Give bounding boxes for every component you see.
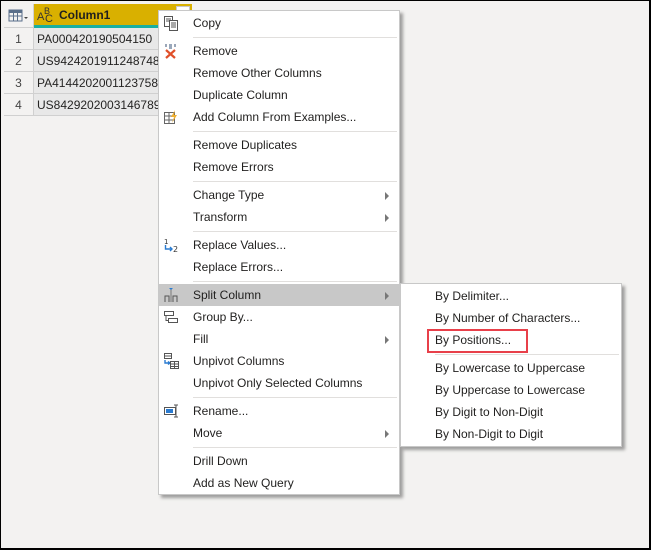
unpivot-icon (164, 353, 179, 369)
menu-item-label: Group By... (193, 310, 253, 324)
svg-text:1: 1 (164, 238, 168, 246)
submenu-arrow-icon (385, 192, 389, 200)
column-name: Column1 (59, 7, 111, 22)
menu-item-label: Duplicate Column (193, 88, 288, 102)
menu-item-label: By Delimiter... (435, 289, 510, 303)
menu-item-move[interactable]: Move (159, 422, 399, 444)
menu-item-label: Replace Errors... (193, 260, 284, 274)
menu-item-label: Unpivot Only Selected Columns (193, 376, 363, 390)
menu-item-label: By Lowercase to Uppercase (435, 361, 586, 375)
menu-item-label: By Positions... (435, 333, 512, 347)
menu-item-label: Add as New Query (193, 476, 294, 490)
menu-item-transform[interactable]: Transform (159, 206, 399, 228)
submenu-arrow-icon (385, 430, 389, 438)
rename-icon (164, 404, 178, 418)
menu-item-label: Remove Other Columns (193, 66, 322, 80)
submenu-item-by-lowercase-to-uppercase[interactable]: By Lowercase to Uppercase (401, 357, 621, 379)
menu-item-label: Add Column From Examples... (193, 110, 357, 124)
menu-item-rename[interactable]: Rename... (159, 400, 399, 422)
menu-item-label: By Number of Characters... (435, 311, 581, 325)
text-type-icon[interactable]: A B C (37, 6, 55, 25)
submenu-arrow-icon (385, 292, 389, 300)
menu-item-replace-values[interactable]: 1 2 Replace Values... (159, 234, 399, 256)
context-menu: Copy Remove Remove Other Columns Duplica… (158, 10, 400, 495)
submenu-item-by-digit-to-non-digit[interactable]: By Digit to Non-Digit (401, 401, 621, 423)
split-column-icon (164, 288, 178, 302)
submenu-arrow-icon (385, 336, 389, 344)
add-column-examples-icon (164, 110, 177, 124)
group-by-icon (164, 311, 178, 323)
split-column-submenu: By Delimiter... By Number of Characters.… (400, 283, 622, 447)
submenu-arrow-icon (385, 214, 389, 222)
menu-item-label: Fill (193, 332, 209, 346)
menu-item-label: Rename... (193, 404, 249, 418)
remove-icon (165, 44, 176, 59)
row-number: 4 (4, 94, 34, 116)
menu-item-label: Unpivot Columns (193, 354, 285, 368)
menu-item-add-column-from-examples[interactable]: Add Column From Examples... (159, 106, 399, 128)
replace-values-icon: 1 2 (164, 238, 178, 253)
canvas: A B C Column1 1 PA000420190504150 2 US94… (0, 0, 651, 550)
menu-item-unpivot-only-selected-columns[interactable]: Unpivot Only Selected Columns (159, 372, 399, 394)
menu-item-change-type[interactable]: Change Type (159, 184, 399, 206)
menu-item-replace-errors[interactable]: Replace Errors... (159, 256, 399, 278)
menu-item-label: Copy (193, 16, 222, 30)
menu-item-remove-other-columns[interactable]: Remove Other Columns (159, 62, 399, 84)
menu-item-label: By Non-Digit to Digit (435, 427, 544, 441)
submenu-item-by-positions[interactable]: By Positions... (401, 329, 621, 351)
menu-item-label: Move (193, 426, 223, 440)
menu-item-label: Drill Down (193, 454, 248, 468)
menu-item-label: Remove Errors (193, 160, 274, 174)
menu-item-label: Change Type (193, 188, 265, 202)
submenu-item-by-number-of-characters[interactable]: By Number of Characters... (401, 307, 621, 329)
menu-item-unpivot-columns[interactable]: Unpivot Columns (159, 350, 399, 372)
row-number: 1 (4, 28, 34, 50)
menu-item-label: Split Column (193, 288, 262, 302)
menu-item-label: Transform (193, 210, 248, 224)
menu-item-fill[interactable]: Fill (159, 328, 399, 350)
menu-item-remove[interactable]: Remove (159, 40, 399, 62)
menu-item-duplicate-column[interactable]: Duplicate Column (159, 84, 399, 106)
menu-item-drill-down[interactable]: Drill Down (159, 450, 399, 472)
svg-text:2: 2 (173, 245, 178, 253)
submenu-item-by-non-digit-to-digit[interactable]: By Non-Digit to Digit (401, 423, 621, 445)
menu-item-label: By Digit to Non-Digit (435, 405, 544, 419)
menu-item-remove-errors[interactable]: Remove Errors (159, 156, 399, 178)
menu-item-label: By Uppercase to Lowercase (435, 383, 586, 397)
submenu-item-by-delimiter[interactable]: By Delimiter... (401, 285, 621, 307)
row-number: 2 (4, 50, 34, 72)
menu-item-label: Remove (193, 44, 238, 58)
menu-item-label: Replace Values... (193, 238, 287, 252)
table-icon (8, 9, 28, 21)
menu-item-group-by[interactable]: Group By... (159, 306, 399, 328)
menu-item-label: Remove Duplicates (193, 138, 298, 152)
menu-item-remove-duplicates[interactable]: Remove Duplicates (159, 134, 399, 156)
menu-item-add-as-new-query[interactable]: Add as New Query (159, 472, 399, 494)
submenu-item-by-uppercase-to-lowercase[interactable]: By Uppercase to Lowercase (401, 379, 621, 401)
row-number: 3 (4, 72, 34, 94)
menu-item-copy[interactable]: Copy (159, 12, 399, 34)
copy-icon (164, 16, 178, 31)
table-menu-button[interactable] (4, 4, 34, 28)
menu-item-split-column[interactable]: Split Column (159, 284, 399, 306)
